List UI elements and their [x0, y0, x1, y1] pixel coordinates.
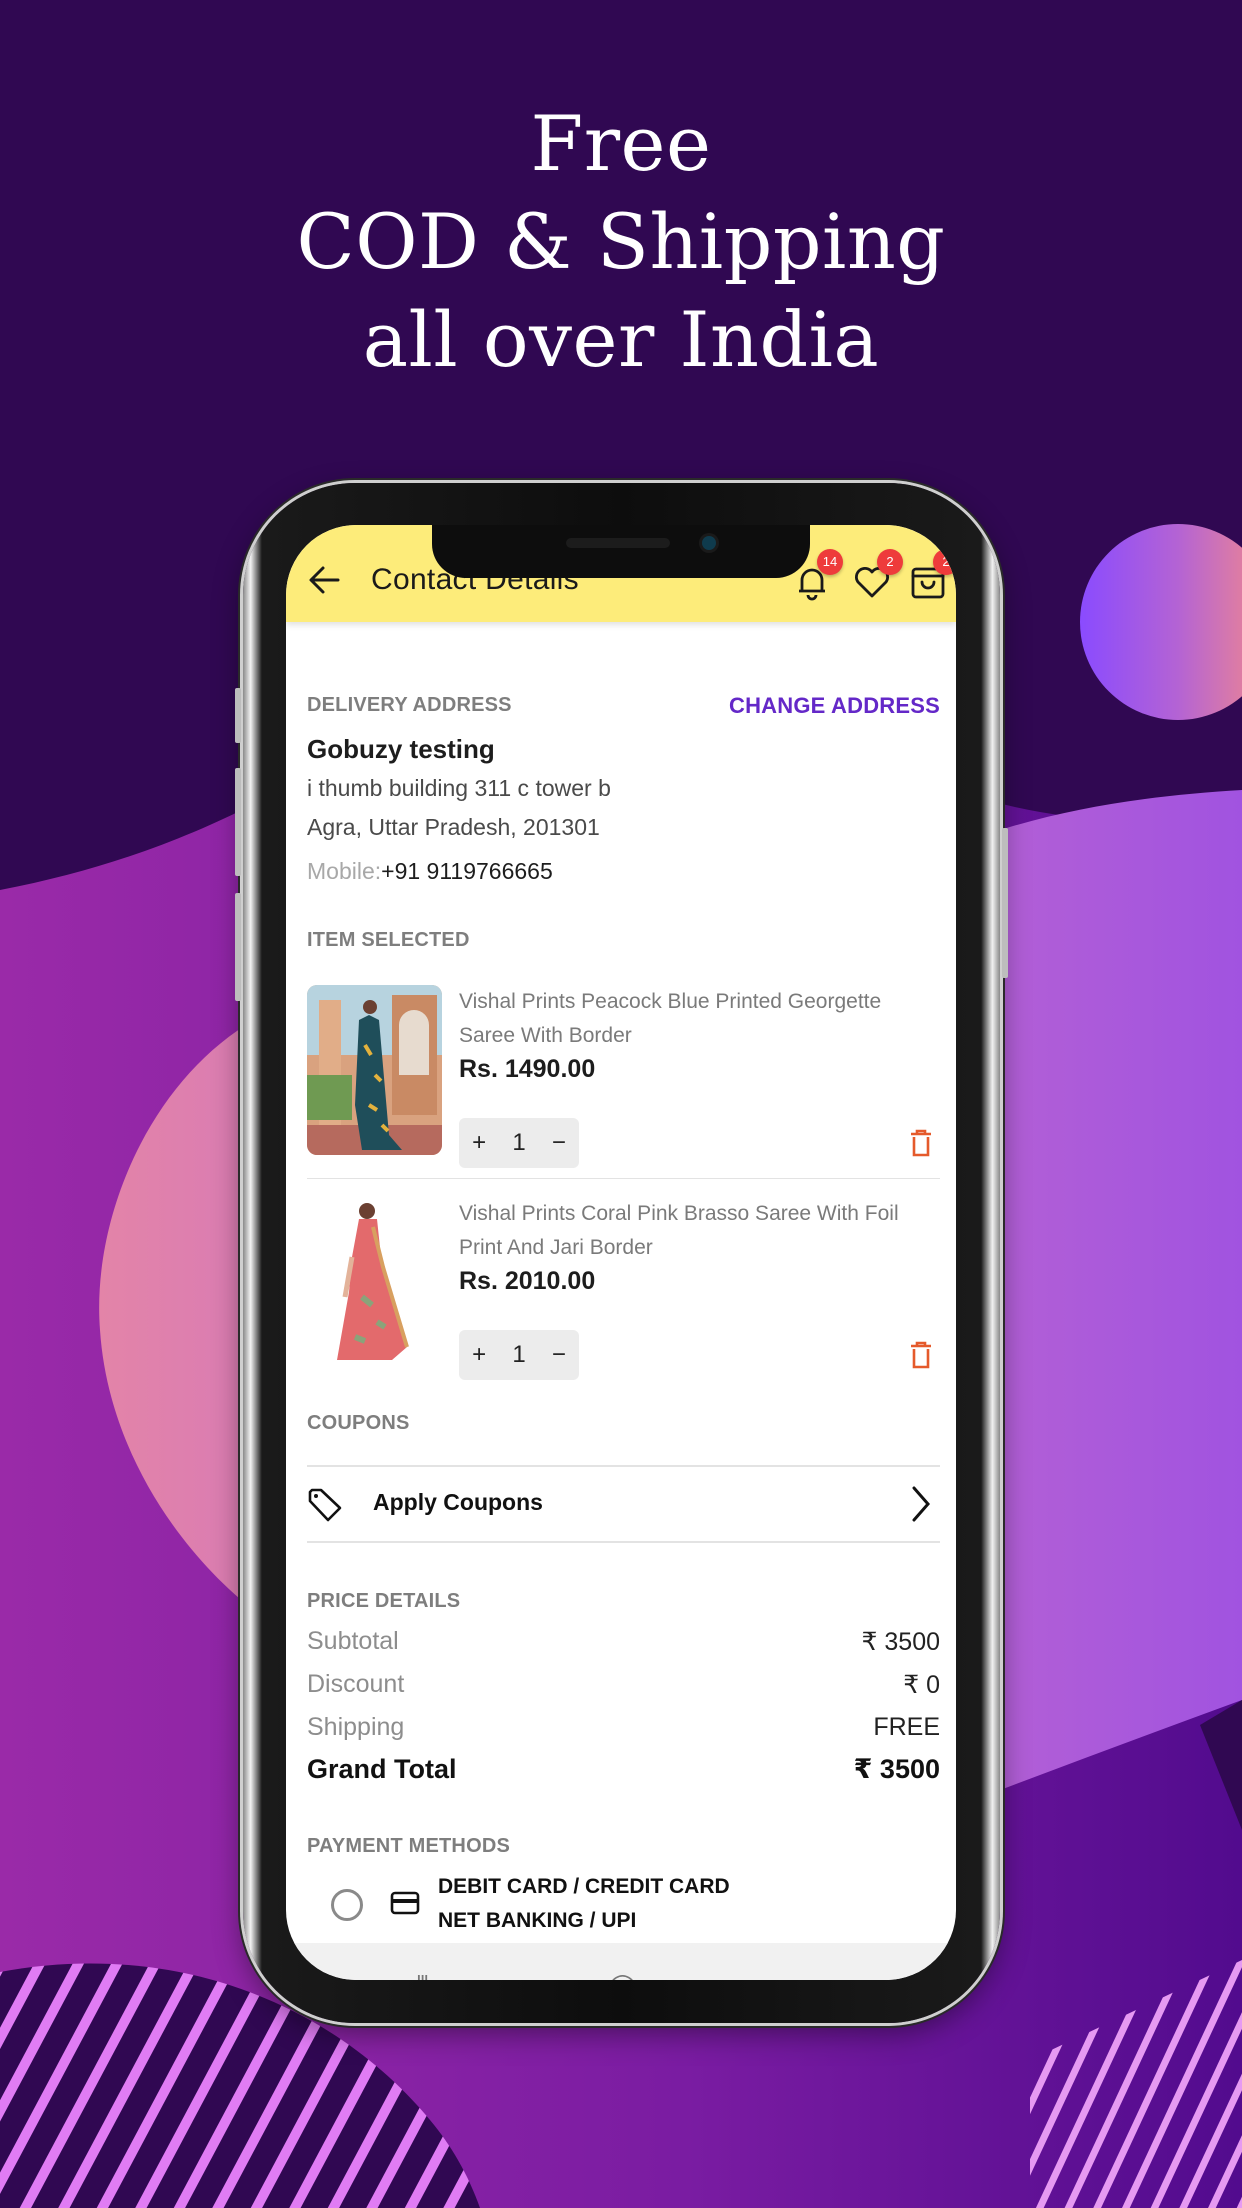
- subtotal-label: Subtotal: [307, 1627, 399, 1655]
- product-image[interactable]: [307, 1197, 442, 1367]
- volume-down-button: [235, 893, 241, 1001]
- cart-count-badge: 2: [933, 549, 956, 575]
- quantity-stepper: + 1 −: [459, 1118, 579, 1168]
- payment-methods-label: PAYMENT METHODS: [307, 1835, 511, 1857]
- decrease-quantity-button[interactable]: −: [552, 1341, 566, 1369]
- grand-total-value: ₹ 3500: [853, 1754, 940, 1784]
- headline-line-3: all over India: [362, 295, 880, 384]
- product-price: Rs. 2010.00: [459, 1267, 596, 1295]
- address-line-2: Agra, Uttar Pradesh, 201301: [307, 814, 600, 840]
- discount-row: Discount ₹ 0: [307, 1670, 940, 1710]
- home-button[interactable]: ◯: [608, 1971, 637, 1980]
- delivery-address-label: DELIVERY ADDRESS: [307, 694, 512, 716]
- discount-value: ₹ 0: [903, 1671, 940, 1699]
- payment-option-text: DEBIT CARD / CREDIT CARD NET BANKING / U…: [438, 1870, 730, 1938]
- quantity-value: 1: [512, 1129, 526, 1156]
- product-price: Rs. 1490.00: [459, 1055, 596, 1083]
- increase-quantity-button[interactable]: +: [472, 1341, 486, 1369]
- promo-headline: Free COD & Shipping all over India: [0, 95, 1242, 389]
- grand-total-label: Grand Total: [307, 1754, 457, 1784]
- system-back-button[interactable]: ‹: [806, 1971, 816, 1980]
- payment-option-line-1: DEBIT CARD / CREDIT CARD: [438, 1875, 730, 1898]
- product-image[interactable]: [307, 985, 442, 1155]
- coupons-label: COUPONS: [307, 1412, 410, 1434]
- decrease-quantity-button[interactable]: −: [552, 1129, 566, 1157]
- product-title[interactable]: Vishal Prints Coral Pink Brasso Saree Wi…: [459, 1197, 929, 1265]
- headline-line-1: Free: [530, 99, 712, 188]
- grand-total-row: Grand Total ₹ 3500: [307, 1754, 940, 1794]
- mobile-row: Mobile:+91 9119766665: [307, 858, 553, 885]
- quantity-stepper: + 1 −: [459, 1330, 579, 1380]
- recipient-name: Gobuzy testing: [307, 734, 495, 764]
- chevron-right-icon: [912, 1486, 930, 1522]
- coupon-divider-bottom: [307, 1541, 940, 1543]
- notification-count-badge: 14: [817, 549, 843, 575]
- shipping-label: Shipping: [307, 1713, 405, 1741]
- phone-mockup: Contact Details 14 2 2 DELIVERY ADDRESS …: [235, 483, 1008, 2023]
- price-details-label: PRICE DETAILS: [307, 1590, 461, 1612]
- apply-coupons-label: Apply Coupons: [373, 1489, 543, 1515]
- power-button: [1002, 828, 1008, 978]
- volume-up-button: [235, 768, 241, 876]
- cart-button[interactable]: 2: [909, 549, 956, 601]
- trash-icon[interactable]: [910, 1341, 932, 1369]
- increase-quantity-button[interactable]: +: [472, 1129, 486, 1157]
- mute-switch: [235, 688, 241, 743]
- payment-option-line-2: NET BANKING / UPI: [438, 1909, 637, 1932]
- apply-coupons-button[interactable]: Apply Coupons: [307, 1467, 940, 1541]
- wishlist-button[interactable]: 2: [853, 549, 903, 601]
- quantity-value: 1: [512, 1341, 526, 1368]
- phone-notch: [432, 525, 810, 578]
- wishlist-count-badge: 2: [877, 549, 903, 575]
- mobile-label: Mobile:: [307, 858, 382, 884]
- system-navigation-bar: ||| ◯ ‹: [286, 1943, 956, 1980]
- payment-radio-button[interactable]: [331, 1889, 363, 1921]
- shipping-value: FREE: [873, 1713, 940, 1741]
- credit-card-icon: [390, 1891, 420, 1915]
- trash-icon[interactable]: [910, 1129, 932, 1157]
- cart-item: Vishal Prints Peacock Blue Printed Georg…: [307, 985, 940, 1175]
- item-selected-label: ITEM SELECTED: [307, 929, 470, 951]
- cart-item: Vishal Prints Coral Pink Brasso Saree Wi…: [307, 1197, 940, 1387]
- front-camera: [702, 536, 716, 550]
- payment-option-card[interactable]: DEBIT CARD / CREDIT CARD NET BANKING / U…: [307, 1870, 940, 1940]
- mobile-number: +91 9119766665: [381, 858, 553, 884]
- phone-screen: Contact Details 14 2 2 DELIVERY ADDRESS …: [286, 525, 956, 1980]
- discount-label: Discount: [307, 1670, 405, 1698]
- address-line-1: i thumb building 311 c tower b: [307, 775, 611, 801]
- tag-icon: [308, 1488, 342, 1522]
- subtotal-value: ₹ 3500: [861, 1628, 940, 1656]
- headline-line-2: COD & Shipping: [296, 197, 946, 286]
- recent-apps-button[interactable]: |||: [416, 1971, 429, 1980]
- item-divider: [307, 1178, 940, 1179]
- change-address-link[interactable]: CHANGE ADDRESS: [729, 693, 940, 719]
- speaker-grille: [566, 538, 670, 548]
- shipping-row: Shipping FREE: [307, 1713, 940, 1753]
- product-title[interactable]: Vishal Prints Peacock Blue Printed Georg…: [459, 985, 929, 1053]
- subtotal-row: Subtotal ₹ 3500: [307, 1627, 940, 1667]
- arrow-left-icon[interactable]: [308, 565, 340, 595]
